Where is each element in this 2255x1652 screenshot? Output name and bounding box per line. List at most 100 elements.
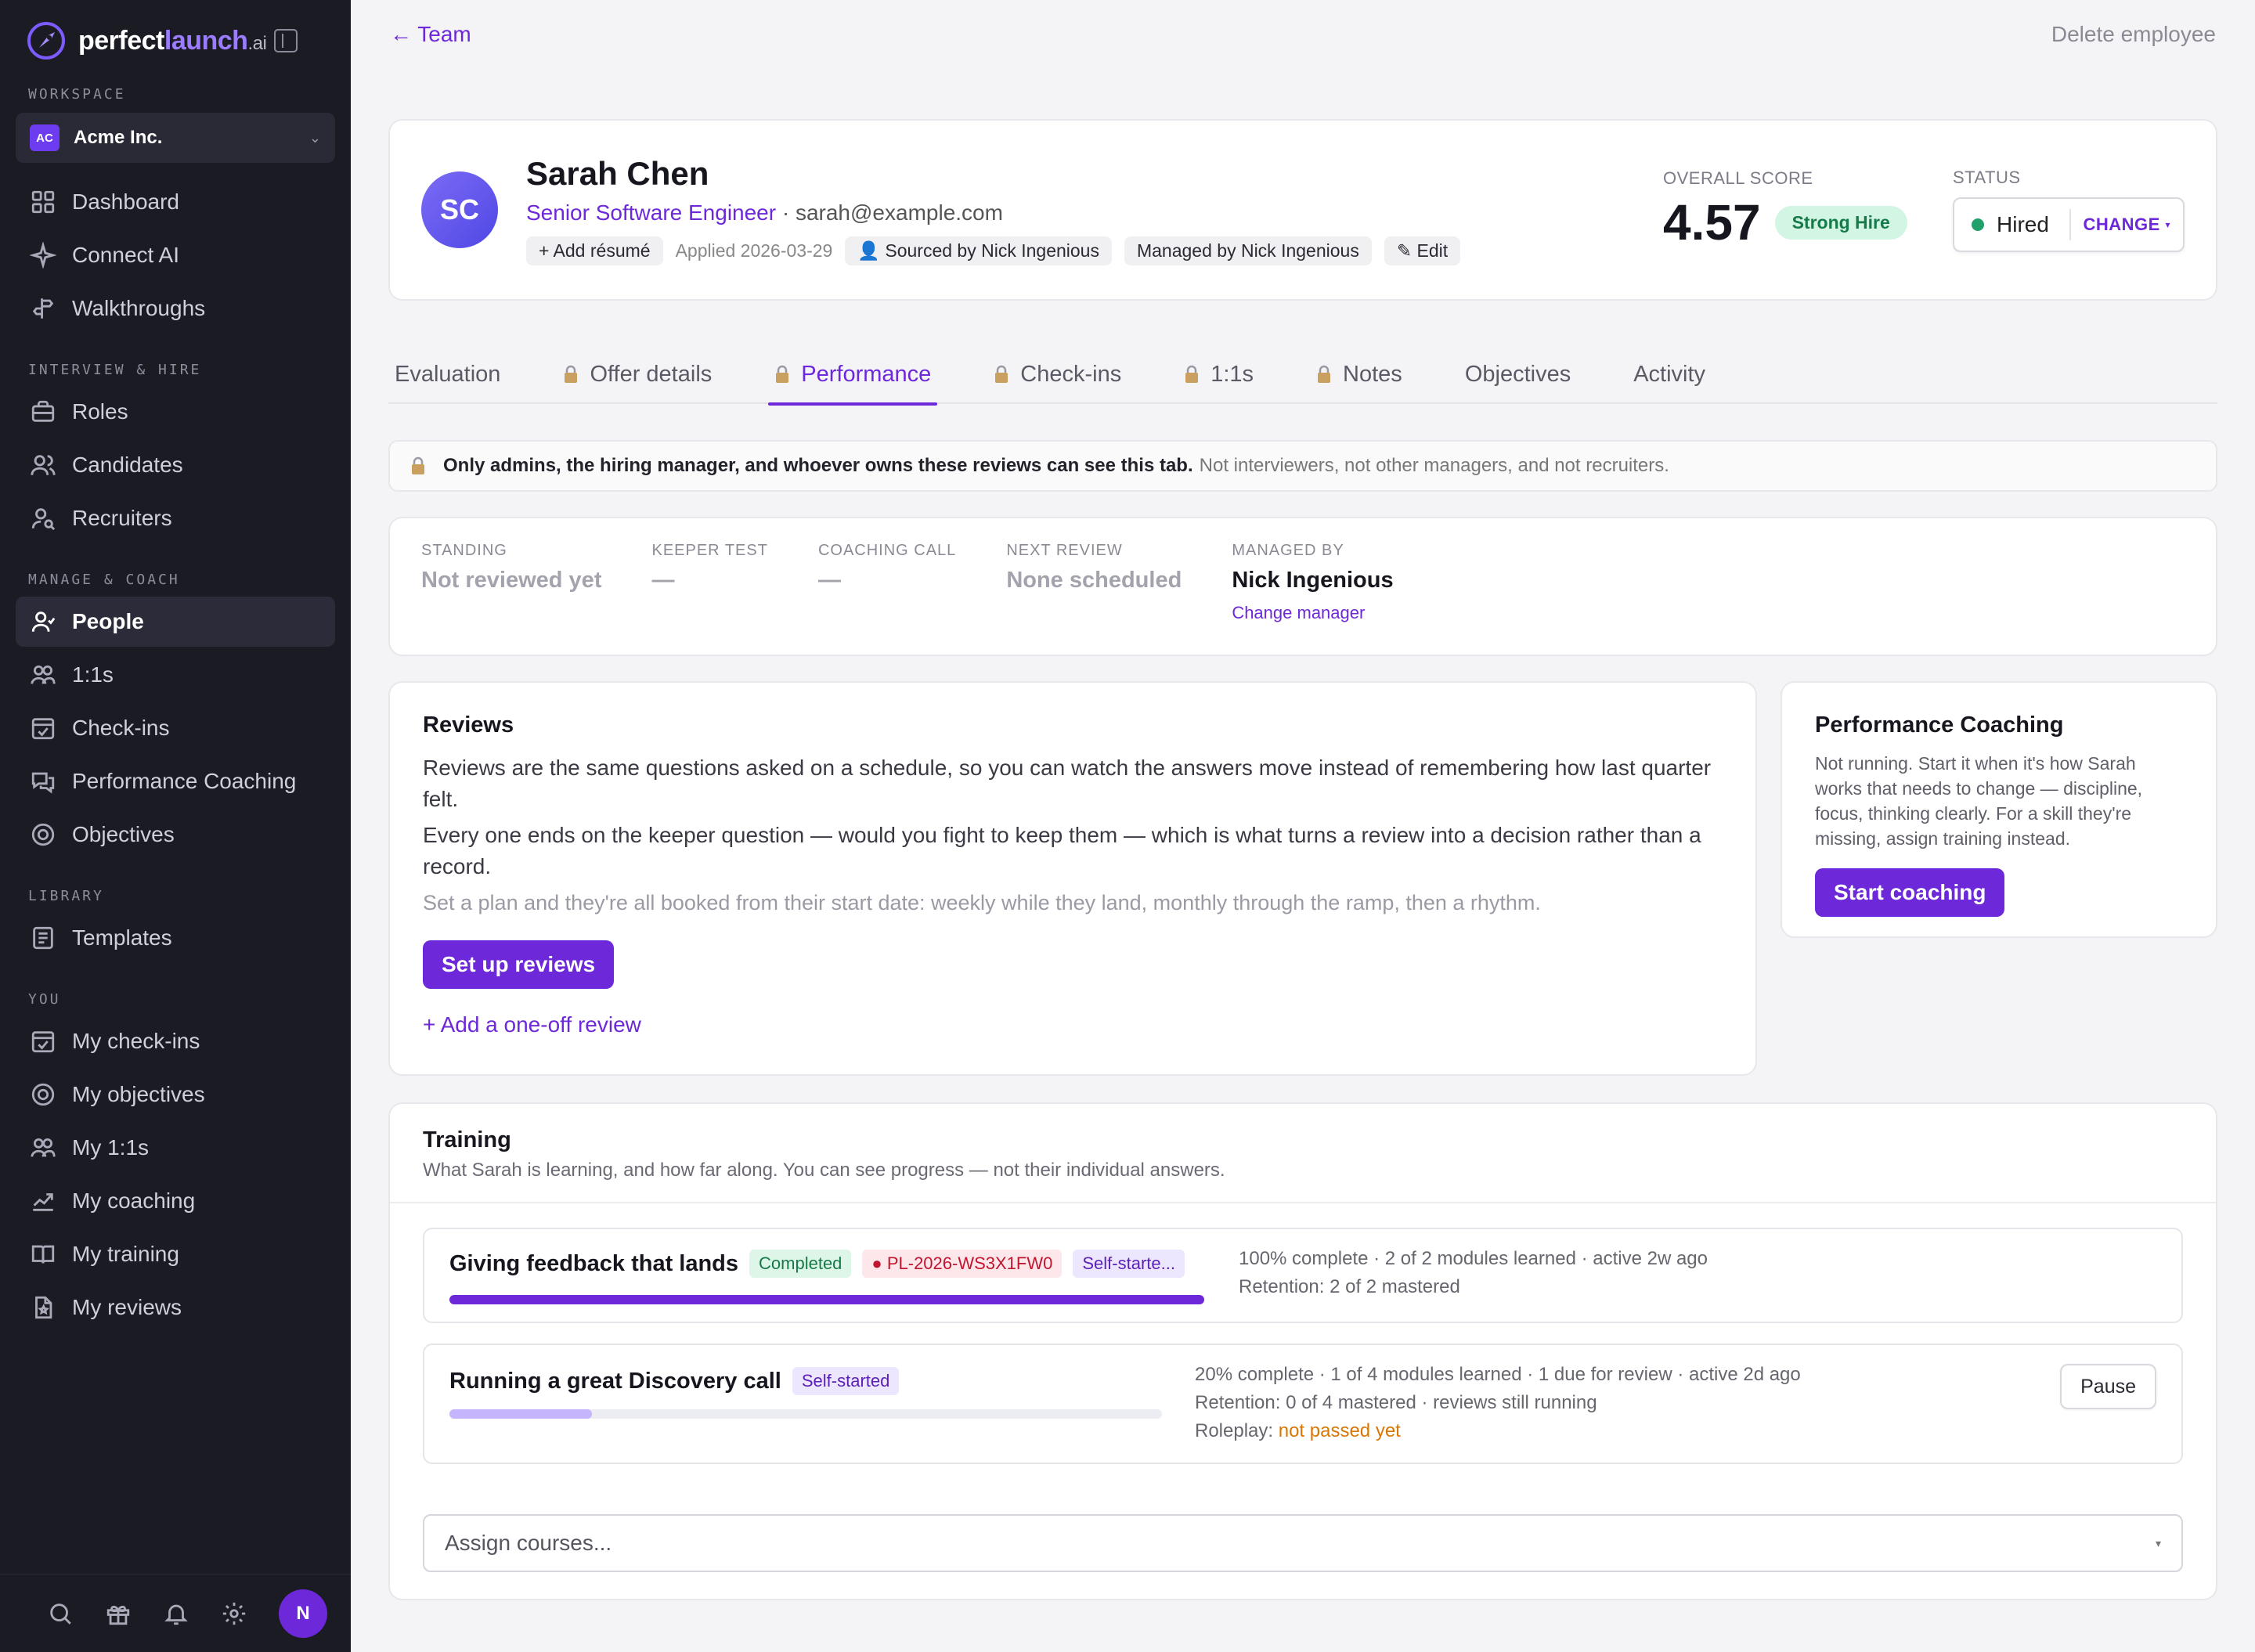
- gear-icon[interactable]: [221, 1600, 247, 1627]
- coaching-title: Performance Coaching: [1815, 712, 2064, 738]
- sidebar-item-my-reviews[interactable]: My reviews: [16, 1282, 335, 1333]
- tab-check-ins[interactable]: Check-ins: [987, 344, 1128, 404]
- lock-icon: [1185, 365, 1199, 383]
- sidebar-item-label: Performance Coaching: [72, 769, 297, 793]
- tab-offer-details[interactable]: Offer details: [557, 344, 718, 404]
- tab-objectives[interactable]: Objectives: [1459, 344, 1577, 404]
- add-resume-button[interactable]: + Add résumé: [526, 236, 663, 265]
- search-icon[interactable]: [47, 1600, 74, 1627]
- managed-by-col: MANAGED BY Nick Ingenious Change manager: [1232, 542, 1394, 623]
- notice-bold: Only admins, the hiring manager, and who…: [443, 455, 1193, 476]
- overall-score-value: 4.57: [1663, 194, 1761, 251]
- progress-fill: [449, 1409, 592, 1419]
- reviews-card: Reviews Reviews are the same questions a…: [388, 681, 1757, 1076]
- user-avatar[interactable]: N: [279, 1589, 327, 1638]
- sidebar-item-label: Dashboard: [72, 189, 179, 214]
- person-icon: 👤: [857, 240, 886, 261]
- sidebar-item-walkthroughs[interactable]: Walkthroughs: [16, 283, 335, 334]
- workspace-label: WORKSPACE: [28, 86, 126, 103]
- topbar: ← Team Delete employee: [388, 0, 2217, 132]
- sidebar-item-check-ins[interactable]: Check-ins: [16, 703, 335, 753]
- sidebar-item-1-1s[interactable]: 1:1s: [16, 650, 335, 700]
- next-review-col: NEXT REVIEW None scheduled: [1006, 542, 1182, 593]
- sidebar-item-candidates[interactable]: Candidates: [16, 440, 335, 490]
- sidebar-item-dashboard[interactable]: Dashboard: [16, 177, 335, 227]
- signpost-icon: [32, 298, 54, 319]
- sidebar-item-label: My reviews: [72, 1295, 182, 1319]
- back-to-team-link[interactable]: ← Team: [390, 22, 471, 47]
- sidebar-item-roles[interactable]: Roles: [16, 387, 335, 437]
- sidebar-item-performance-coaching[interactable]: Performance Coaching: [16, 756, 335, 806]
- change-manager-link[interactable]: Change manager: [1232, 603, 1393, 623]
- tab-1-1s[interactable]: 1:1s: [1178, 344, 1260, 404]
- sidebar-item-my-training[interactable]: My training: [16, 1229, 335, 1279]
- sidebar-item-my-objectives[interactable]: My objectives: [16, 1069, 335, 1120]
- tab-evaluation[interactable]: Evaluation: [388, 344, 507, 404]
- sidebar-item-label: Walkthroughs: [72, 296, 206, 320]
- set-up-reviews-button[interactable]: Set up reviews: [423, 940, 615, 989]
- employee-role[interactable]: Senior Software Engineer: [526, 200, 776, 225]
- sidebar-item-people[interactable]: People: [16, 597, 335, 647]
- assign-courses-select[interactable]: Assign courses... ▾: [423, 1514, 2183, 1572]
- assign-courses-placeholder: Assign courses...: [445, 1531, 612, 1555]
- sidebar-item-connect-ai[interactable]: Connect AI: [16, 230, 335, 280]
- sourced-by-tag[interactable]: 👤 Sourced by Nick Ingenious: [845, 236, 1112, 265]
- course-meta: 100% complete · 2 of 2 modules learned ·…: [1239, 1248, 1708, 1297]
- tab-notes[interactable]: Notes: [1310, 344, 1409, 404]
- sidebar-item-recruiters[interactable]: Recruiters: [16, 493, 335, 543]
- sidebar-item-templates[interactable]: Templates: [16, 913, 335, 963]
- collapse-sidebar-icon[interactable]: [274, 29, 298, 52]
- sidebar: perfectlaunch.ai WORKSPACE AC Acme Inc. …: [0, 0, 351, 1652]
- bell-icon[interactable]: [163, 1600, 189, 1627]
- sidebar-item-my-coaching[interactable]: My coaching: [16, 1176, 335, 1226]
- start-coaching-button[interactable]: Start coaching: [1815, 868, 2005, 917]
- sidebar-item-objectives[interactable]: Objectives: [16, 810, 335, 860]
- gift-icon[interactable]: [105, 1600, 132, 1627]
- course-item[interactable]: Running a great Discovery call Self-star…: [423, 1344, 2183, 1464]
- strong-hire-badge: Strong Hire: [1774, 205, 1907, 240]
- users-icon: [31, 665, 56, 684]
- certificate-badge[interactable]: ● PL-2026-WS3X1FW0: [862, 1250, 1063, 1278]
- course-item[interactable]: Giving feedback that lands Completed ● P…: [423, 1228, 2183, 1323]
- status-label: STATUS: [1953, 168, 2021, 187]
- lock-icon: [1318, 365, 1331, 383]
- standing-col: STANDING Not reviewed yet: [421, 542, 602, 593]
- chat-icon: [31, 772, 55, 794]
- add-one-off-review-link[interactable]: + Add a one-off review: [423, 1012, 1723, 1037]
- users-icon: [31, 1138, 56, 1157]
- course-title: Giving feedback that lands: [449, 1250, 739, 1276]
- sidebar-footer: N: [0, 1574, 351, 1652]
- change-status-button[interactable]: CHANGE ▾: [2069, 209, 2184, 240]
- sidebar-item-my-1-1s[interactable]: My 1:1s: [16, 1123, 335, 1173]
- lock-icon: [565, 365, 578, 383]
- delete-employee-button[interactable]: Delete employee: [2051, 22, 2216, 47]
- tab-activity[interactable]: Activity: [1627, 344, 1712, 404]
- applied-date: Applied 2026-03-29: [675, 240, 833, 261]
- employee-avatar: SC: [421, 171, 498, 248]
- sparkle-icon: [30, 242, 56, 269]
- pause-button[interactable]: Pause: [2060, 1364, 2156, 1409]
- brand-name[interactable]: perfectlaunch.ai: [78, 26, 267, 56]
- brand: perfectlaunch.ai: [0, 0, 351, 81]
- reviews-title: Reviews: [423, 712, 514, 738]
- main-content: ← Team Delete employee SC Sarah Chen Sen…: [351, 0, 2255, 1652]
- sidebar-item-label: My coaching: [72, 1189, 196, 1213]
- sidebar-item-label: My objectives: [72, 1082, 205, 1106]
- status-select[interactable]: Hired CHANGE ▾: [1953, 197, 2185, 252]
- standing-card: STANDING Not reviewed yet KEEPER TEST — …: [388, 517, 2217, 656]
- managed-by-tag[interactable]: Managed by Nick Ingenious: [1124, 236, 1372, 265]
- file-star-icon: [35, 1296, 52, 1319]
- sidebar-item-label: Check-ins: [72, 716, 170, 740]
- target-icon: [31, 823, 55, 846]
- employee-header-card: SC Sarah Chen Senior Software Engineer ·…: [388, 119, 2217, 301]
- sidebar-item-my-check-ins[interactable]: My check-ins: [16, 1016, 335, 1066]
- sidebar-item-label: Recruiters: [72, 506, 172, 530]
- briefcase-icon: [31, 400, 55, 422]
- section-label-library: LIBRARY: [28, 888, 104, 904]
- chevron-down-icon: ⌄: [308, 129, 321, 146]
- edit-button[interactable]: ✎ Edit: [1384, 236, 1461, 265]
- workspace-switcher[interactable]: AC Acme Inc. ⌄: [16, 113, 335, 163]
- tab-performance[interactable]: Performance: [768, 344, 938, 406]
- course-title: Running a great Discovery call: [449, 1368, 781, 1394]
- sidebar-item-label: 1:1s: [72, 662, 114, 687]
